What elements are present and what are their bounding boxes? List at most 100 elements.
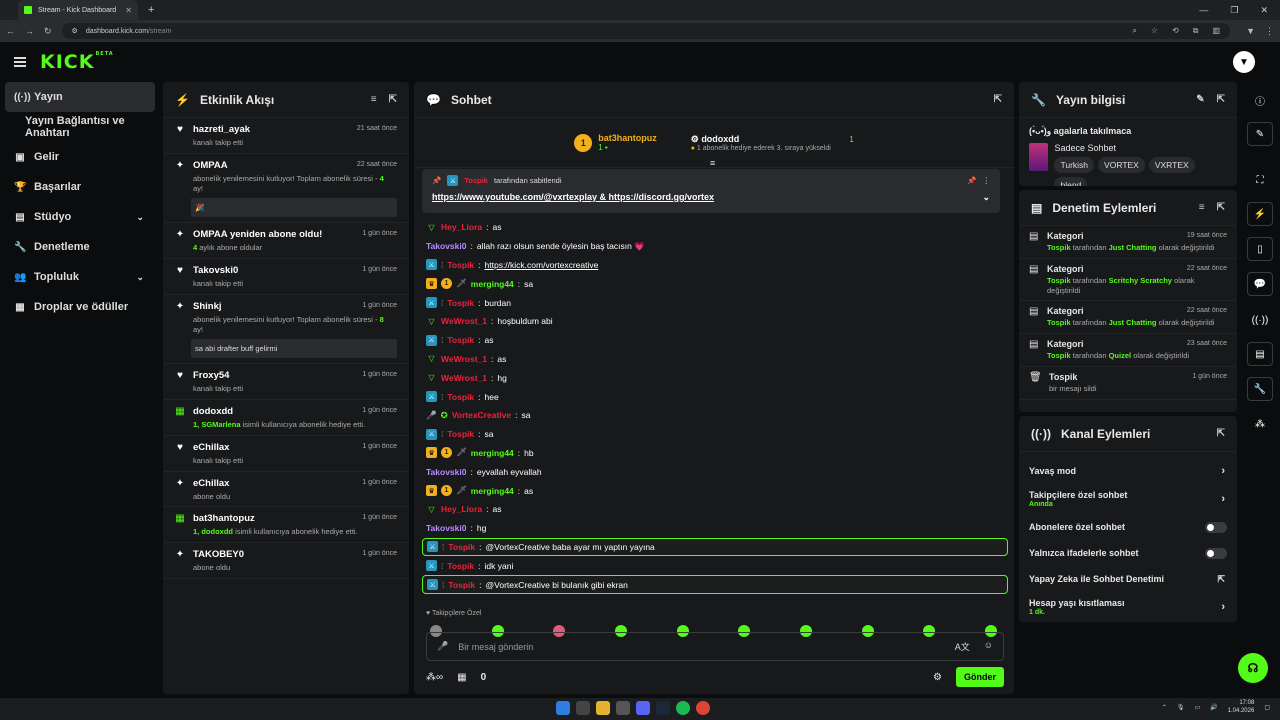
steam-icon[interactable]: [656, 701, 670, 715]
minimize-icon[interactable]: —: [1199, 5, 1208, 16]
maximize-icon[interactable]: ❐: [1230, 5, 1238, 16]
connections-icon[interactable]: ⁂: [1247, 412, 1273, 436]
popout-icon[interactable]: ⇱: [1217, 428, 1225, 439]
app-icon[interactable]: [616, 701, 630, 715]
gift-box-icon[interactable]: ▦: [457, 672, 466, 683]
moderation-icon[interactable]: ▤: [1247, 342, 1273, 366]
chat-username[interactable]: VortexCreative: [452, 410, 511, 420]
more-icon[interactable]: ⋮: [983, 176, 991, 185]
activity-item[interactable]: ♥ Takovski0 1 gün önce kanalı takip etti: [163, 259, 409, 295]
reload-icon[interactable]: ↻: [44, 26, 52, 37]
chat-username[interactable]: Tospik: [447, 335, 474, 345]
chat-text[interactable]: https://kick.com/vortexcreative: [485, 260, 599, 270]
mic-icon[interactable]: 🎙: [1177, 704, 1185, 711]
channel-action-item[interactable]: Takipçilere özel sohbet Anında ›: [1019, 484, 1237, 514]
activity-item[interactable]: ✦ OMPAA 22 saat önce abonelik yenilemesini …: [163, 154, 409, 224]
chat-username[interactable]: Tospik: [448, 580, 475, 590]
zoom-icon[interactable]: ⌕: [1132, 26, 1136, 36]
chat-username[interactable]: Takovski0: [426, 241, 466, 251]
chat-message[interactable]: ▽ Hey_Liora: as: [422, 500, 1008, 519]
document-icon[interactable]: ▯: [1247, 237, 1273, 261]
sidebar-icon[interactable]: ▥: [1213, 26, 1221, 36]
forward-icon[interactable]: →: [25, 26, 34, 36]
channel-action-item[interactable]: Yapay Zeka ile Sohbet Denetimi ⇱: [1019, 566, 1237, 592]
chat-message[interactable]: ⚔ ⁞ Tospik: hee: [422, 387, 1008, 406]
support-headset-icon[interactable]: ☊: [1238, 653, 1268, 683]
pinned-link-youtube[interactable]: https://www.youtube.com/@vxrtexplay: [432, 192, 597, 202]
chat-message[interactable]: ▽ WeWrost_1: as: [422, 350, 1008, 369]
pinned-link-discord[interactable]: https://discord.gg/vortex: [609, 192, 715, 202]
chevron-down-icon[interactable]: ⌄: [982, 192, 990, 203]
edit-pencil-icon[interactable]: ✎: [1196, 94, 1204, 105]
popout-icon[interactable]: ⇱: [1217, 202, 1225, 213]
top-gifter-2[interactable]: ⚙ dodoxdd 1 ● 1 abonelik hediye ederek 3.…: [691, 134, 854, 152]
info-icon[interactable]: ⓘ: [1247, 88, 1273, 112]
chat-username[interactable]: Tospik: [447, 298, 474, 308]
moderation-item[interactable]: ▤ Kategori Tospik tarafından Just Chatting…: [1019, 301, 1237, 334]
activity-item[interactable]: ✦ Shinkj 1 gün önce abonelik yenilemesini k…: [163, 295, 409, 365]
send-button[interactable]: Gönder: [955, 667, 1004, 687]
tray-arrow-icon[interactable]: ⌃: [1162, 704, 1167, 711]
unpin-icon[interactable]: 📌: [967, 176, 976, 185]
popout-icon[interactable]: ⇱: [389, 94, 397, 105]
channel-action-item[interactable]: Yavaş mod ›: [1019, 458, 1237, 484]
chat-username[interactable]: Tospik: [447, 561, 474, 571]
chat-username[interactable]: WeWrost_1: [441, 373, 487, 383]
chat-message[interactable]: ♛ 1 🗡 merging44: sa: [422, 274, 1008, 293]
activity-item[interactable]: ✦ TAKOBEY0 1 gün önce abone oldu: [163, 543, 409, 579]
toggle-switch[interactable]: [1205, 547, 1227, 559]
kick-logo[interactable]: KICKBETA: [40, 51, 114, 73]
chat-message[interactable]: ▽ WeWrost_1: hg: [422, 368, 1008, 387]
spotify-icon[interactable]: [676, 701, 690, 715]
chat-username[interactable]: Hey_Liora: [441, 504, 482, 514]
sidebar-item-yayin[interactable]: ((·)) Yayın: [5, 82, 155, 112]
url-field[interactable]: ⚙ dashboard.kick.com/stream ⌕ ☆ ⟲ ⧉ ▥: [61, 23, 1231, 39]
bookmark-star-icon[interactable]: ☆: [1151, 26, 1158, 36]
extension-icon[interactable]: ⟲: [1172, 26, 1179, 36]
lightning-icon[interactable]: ⚡: [1247, 202, 1273, 226]
close-window-icon[interactable]: ✕: [1260, 5, 1268, 16]
chat-username[interactable]: merging44: [471, 486, 514, 496]
chat-bubble-icon[interactable]: 💬: [1247, 272, 1273, 296]
filter-icon[interactable]: ≡: [1199, 202, 1205, 213]
chat-input[interactable]: 🎤 Bir mesaj gönderin A文 ☺: [426, 632, 1004, 661]
chat-username[interactable]: WeWrost_1: [441, 354, 487, 364]
chat-message[interactable]: ♛ 1 🗡 merging44: hb: [422, 444, 1008, 463]
sidebar-item-droplar[interactable]: ▦ Droplar ve ödüller: [0, 292, 160, 322]
chat-message[interactable]: ⚔ ⁞ Tospik: idk yani: [422, 556, 1008, 575]
chat-message[interactable]: 🎤 ✪ VortexCreative: sa: [422, 406, 1008, 425]
activity-item[interactable]: ✦ OMPAA yeniden abone oldu! 1 gün önce 4 ay…: [163, 223, 409, 259]
channel-action-item[interactable]: Yalnızca ifadelerle sohbet: [1019, 540, 1237, 566]
toggle-switch[interactable]: [1205, 521, 1227, 533]
discord-icon[interactable]: [636, 701, 650, 715]
chat-username[interactable]: Takovski0: [426, 467, 466, 477]
translate-icon[interactable]: A文: [955, 640, 970, 653]
chat-username[interactable]: merging44: [471, 279, 514, 289]
broadcast-icon[interactable]: ((·)): [1247, 308, 1273, 332]
settings-gear-icon[interactable]: ⚙: [933, 672, 942, 683]
network-icon[interactable]: ▭: [1194, 704, 1200, 711]
extensions-puzzle-icon[interactable]: ⧉: [1193, 26, 1199, 36]
popout-icon[interactable]: ⇱: [994, 94, 1002, 105]
chat-username[interactable]: Hey_Liora: [441, 222, 482, 232]
activity-item[interactable]: ♥ Froxy54 1 gün önce kanalı takip etti: [163, 364, 409, 400]
popout-icon[interactable]: ⇱: [1217, 94, 1225, 105]
chat-message[interactable]: ⚔ ⁞ Tospik: @VortexCreative bi bulanık gibi…: [422, 575, 1008, 594]
moderation-item[interactable]: ▤ Kategori Tospik tarafından Quizel olarak…: [1019, 334, 1237, 367]
chat-username[interactable]: Tospik: [448, 542, 475, 552]
filter-icon[interactable]: ≡: [371, 94, 377, 105]
activity-item[interactable]: ♥ eChillax 1 gün önce kanalı takip etti: [163, 436, 409, 472]
edit-icon[interactable]: ✎: [1247, 122, 1273, 146]
close-tab-icon[interactable]: ✕: [125, 6, 132, 15]
chat-message[interactable]: ⚔ ⁞ Tospik: sa: [422, 425, 1008, 444]
stream-tag[interactable]: blend: [1054, 177, 1088, 186]
profile-icon[interactable]: ▼: [1246, 26, 1255, 36]
chat-message[interactable]: ⚔ ⁞ Tospik: as: [422, 331, 1008, 350]
activity-item[interactable]: ✦ eChillax 1 gün önce abone oldu: [163, 472, 409, 508]
wrench-icon[interactable]: 🔧: [1247, 377, 1273, 401]
menu-hamburger-icon[interactable]: [14, 57, 26, 67]
chat-message[interactable]: ♛ 1 🗡 merging44: as: [422, 481, 1008, 500]
sidebar-item-gelir[interactable]: ▣ Gelir: [0, 142, 160, 172]
chat-message[interactable]: Takovski0: eyvallah eyvallah: [422, 462, 1008, 481]
chrome-icon[interactable]: [696, 701, 710, 715]
